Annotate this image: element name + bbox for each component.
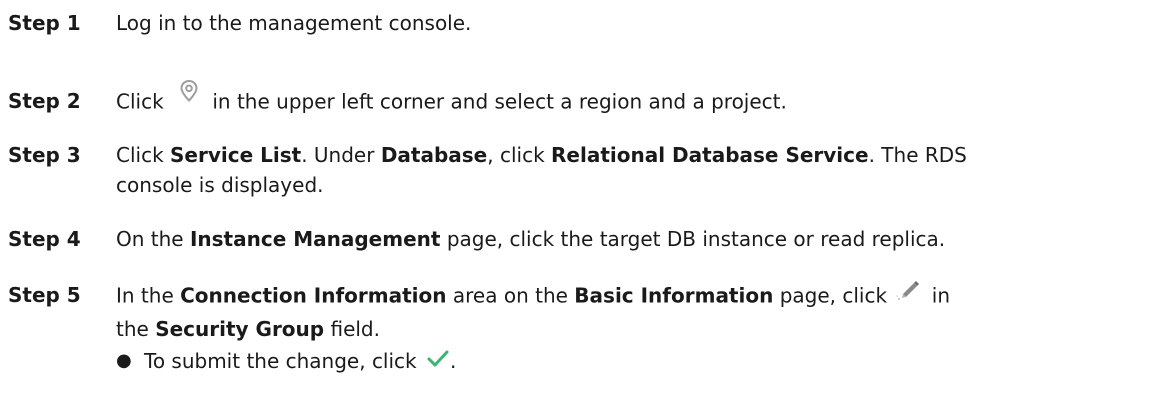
step-text: On the Instance Management page, click t… <box>116 224 945 254</box>
ui-term-database: Database <box>380 143 488 167</box>
ui-term-relational-database-service: Relational Database Service <box>551 143 869 167</box>
ui-term-basic-information: Basic Information <box>574 283 774 308</box>
location-pin-icon <box>176 78 202 112</box>
bullet-text-segment: . <box>450 349 457 373</box>
ui-term-service-list: Service List <box>170 143 302 167</box>
checkmark-icon <box>427 346 449 376</box>
step-text-segment: field. <box>330 317 380 341</box>
step-text-segment: page, click the target DB instance or re… <box>446 227 946 251</box>
step-text-segment: Log in to the management console. <box>116 11 472 35</box>
step-text-segment: , click <box>487 143 545 167</box>
step-text-segment: the <box>116 317 149 341</box>
edit-pencil-icon <box>895 276 921 310</box>
step-text-segment: Click <box>116 143 164 167</box>
step-text-segment: . Under <box>301 143 375 167</box>
step-label: Step 5 <box>8 283 81 307</box>
step-text-segment: . The RDS <box>868 143 967 167</box>
step-text-segment: Click <box>116 89 164 114</box>
step-text: Click in the upper left corner and selec… <box>116 79 787 120</box>
ui-term-instance-management: Instance Management <box>189 227 441 251</box>
bullet-dot: ● <box>116 350 132 371</box>
ui-term-connection-information: Connection Information <box>180 283 447 308</box>
step-text-segment: in the upper left corner and select a re… <box>212 89 787 114</box>
step-text-segment: console is displayed. <box>116 173 324 197</box>
step-text-segment: On the <box>116 227 184 251</box>
step-label: Step 4 <box>8 227 81 251</box>
step-text: Click Service List. Under Database, clic… <box>116 140 967 200</box>
step-text: Log in to the management console. <box>116 8 471 38</box>
step-text-segment: page, click <box>779 283 888 308</box>
step-label: Step 3 <box>8 143 81 167</box>
step-label: Step 1 <box>8 11 81 35</box>
step-text: In the Connection Information area on th… <box>116 280 950 344</box>
bullet-text-segment: To submit the change, click <box>144 349 417 373</box>
bullet-text: To submit the change, click . <box>144 346 456 378</box>
ui-term-security-group: Security Group <box>155 317 325 341</box>
step-label: Step 2 <box>8 89 81 113</box>
step-text-segment: area on the <box>452 283 568 308</box>
step-text-segment: in <box>931 283 951 308</box>
step-text-segment: In the <box>116 283 174 308</box>
